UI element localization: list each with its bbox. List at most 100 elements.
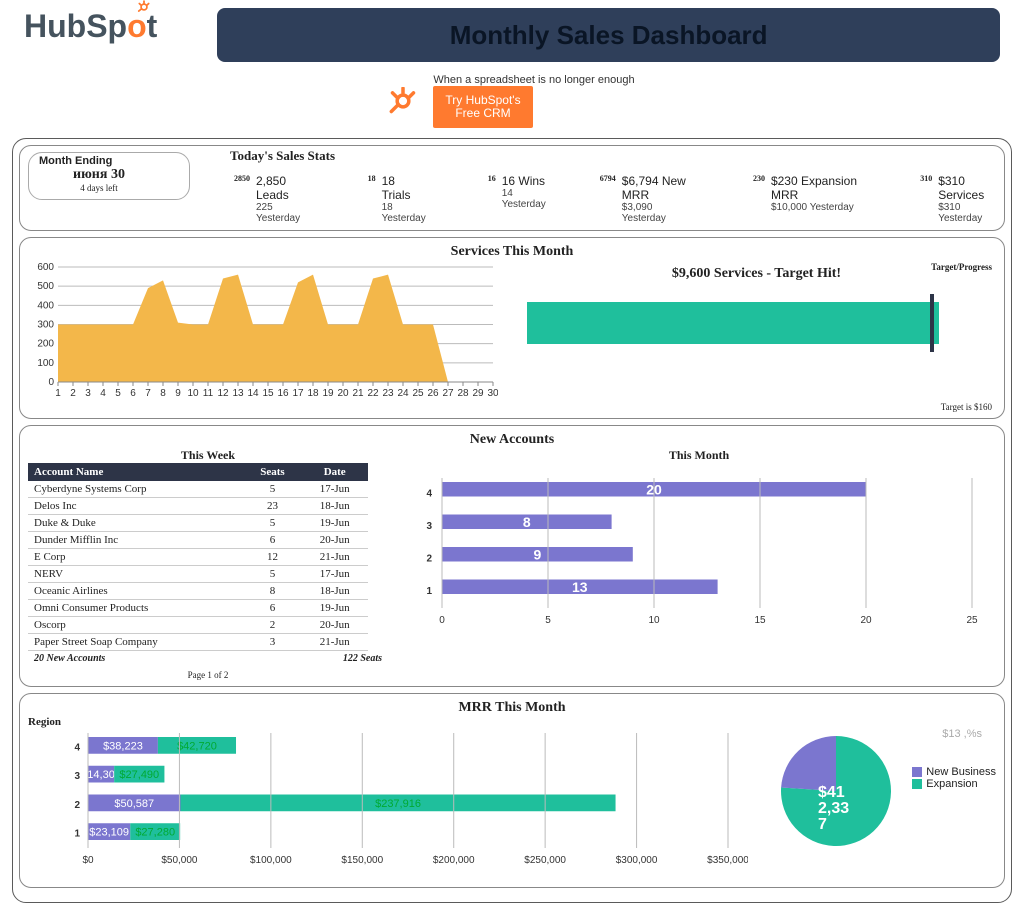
table-row: Cyberdyne Systems Corp517-Jun <box>28 481 368 498</box>
svg-text:2: 2 <box>426 554 432 565</box>
panel-new-accounts: New Accounts This Week Account NameSeats… <box>19 425 1005 687</box>
svg-text:27: 27 <box>442 388 454 399</box>
new-accounts-bar-chart: 20483921310510152025 <box>402 463 992 633</box>
accounts-total: 20 New Accounts <box>34 653 105 664</box>
svg-text:$350,000: $350,000 <box>707 855 748 866</box>
svg-text:22: 22 <box>367 388 379 399</box>
svg-text:25: 25 <box>966 615 978 626</box>
svg-text:$50,000: $50,000 <box>161 855 198 866</box>
svg-text:20: 20 <box>860 615 872 626</box>
legend-swatch-new <box>912 767 922 777</box>
target-marker <box>930 294 934 352</box>
mrr-pie-block: $412,337 New Business Expansion $13 ,%s <box>766 716 996 883</box>
panel-mrr: MRR This Month Region $38,223$42,7204$14… <box>19 693 1005 888</box>
svg-text:$250,000: $250,000 <box>524 855 566 866</box>
mrr-legend: New Business Expansion <box>912 766 996 790</box>
logo-accent-o: o <box>127 8 147 45</box>
svg-text:15: 15 <box>262 388 274 399</box>
table-row: Omni Consumer Products619-Jun <box>28 600 368 617</box>
svg-text:21: 21 <box>352 388 364 399</box>
svg-text:$150,000: $150,000 <box>341 855 383 866</box>
pie-small-label: $13 ,%s <box>942 728 982 740</box>
try-crm-button[interactable]: Try HubSpot's Free CRM <box>433 86 532 128</box>
svg-text:$23,109: $23,109 <box>89 827 129 839</box>
svg-text:5: 5 <box>545 615 551 626</box>
target-footer: Target is $160 <box>941 402 992 412</box>
svg-text:$50,587: $50,587 <box>114 798 154 810</box>
sprocket-icon <box>389 87 417 115</box>
svg-text:2: 2 <box>74 800 80 811</box>
table-row: Duke & Duke519-Jun <box>28 515 368 532</box>
svg-text:20: 20 <box>337 388 349 399</box>
svg-text:3: 3 <box>85 388 91 399</box>
services-target-chart: Target/Progress $9,600 Services - Target… <box>517 262 996 412</box>
table-row: Oscorp220-Jun <box>28 617 368 634</box>
legend-swatch-exp <box>912 779 922 789</box>
svg-text:$237,916: $237,916 <box>375 798 421 810</box>
table-row: Paper Street Soap Company321-Jun <box>28 634 368 651</box>
month-ending-date: июня 30 <box>39 167 159 183</box>
svg-text:2,33: 2,33 <box>818 800 849 817</box>
accounts-page: Page 1 of 2 <box>28 670 388 680</box>
mrr-pie-chart: $412,337 <box>766 716 916 866</box>
mrr-title: MRR This Month <box>28 700 996 716</box>
stat-item: 6794 $6,794 New MRR $3,090 Yesterday <box>596 174 695 224</box>
services-target-hit: $9,600 Services - Target Hit! <box>517 266 996 282</box>
table-row: Dunder Mifflin Inc620-Jun <box>28 532 368 549</box>
svg-text:400: 400 <box>37 301 54 312</box>
svg-text:10: 10 <box>648 615 660 626</box>
svg-text:0: 0 <box>48 377 54 388</box>
svg-text:19: 19 <box>322 388 334 399</box>
svg-text:13: 13 <box>572 579 588 595</box>
svg-text:2: 2 <box>70 388 76 399</box>
services-area-chart: 0100200300400500600123456789101112131415… <box>28 262 507 412</box>
svg-text:4: 4 <box>426 489 432 500</box>
table-header: Seats <box>244 463 302 481</box>
table-row: E Corp1221-Jun <box>28 549 368 566</box>
stat-item: 310 $310 Services $310 Yesterday <box>912 174 996 224</box>
target-bar <box>527 302 939 344</box>
svg-text:14: 14 <box>247 388 259 399</box>
svg-text:$200,000: $200,000 <box>433 855 475 866</box>
mrr-bar-chart: $38,223$42,7204$14,305$27,4903$50,587$23… <box>28 728 748 878</box>
stat-item: 18 18 Trials 18 Yesterday <box>356 174 426 224</box>
svg-text:24: 24 <box>397 388 409 399</box>
svg-text:5: 5 <box>115 388 121 399</box>
svg-text:12: 12 <box>217 388 229 399</box>
svg-text:$27,280: $27,280 <box>135 827 175 839</box>
svg-text:16: 16 <box>277 388 289 399</box>
table-row: NERV517-Jun <box>28 566 368 583</box>
svg-text:15: 15 <box>754 615 766 626</box>
new-accounts-this-month: This Month <box>402 448 996 463</box>
promo-tagline: When a spreadsheet is no longer enough <box>433 74 634 86</box>
services-title: Services This Month <box>28 244 996 260</box>
month-ending-label: Month Ending <box>39 155 159 167</box>
svg-text:28: 28 <box>457 388 469 399</box>
svg-text:1: 1 <box>55 388 61 399</box>
svg-text:8: 8 <box>160 388 166 399</box>
month-ending-days: 4 days left <box>39 183 159 193</box>
new-accounts-this-week: This Week <box>28 448 388 463</box>
table-header: Account Name <box>28 463 244 481</box>
svg-text:9: 9 <box>175 388 181 399</box>
table-row: Delos Inc2318-Jun <box>28 498 368 515</box>
svg-text:200: 200 <box>37 339 54 350</box>
svg-text:25: 25 <box>412 388 424 399</box>
stat-item: 2850 2,850 Leads 225 Yesterday <box>230 174 306 224</box>
svg-text:8: 8 <box>523 514 531 530</box>
svg-text:9: 9 <box>534 547 542 563</box>
logo-text-pre: HubSp <box>24 8 127 45</box>
dashboard-board: Month Ending июня 30 4 days left Today's… <box>12 138 1012 903</box>
svg-text:600: 600 <box>37 262 54 273</box>
svg-text:1: 1 <box>74 829 80 840</box>
today-stats-title: Today's Sales Stats <box>230 148 996 164</box>
stat-item: 16 16 Wins 14 Yesterday <box>476 174 546 224</box>
svg-text:$0: $0 <box>82 855 94 866</box>
svg-text:7: 7 <box>818 816 827 833</box>
stat-item: 230 $230 Expansion MRR $10,000 Yesterday <box>745 174 862 224</box>
svg-text:$38,223: $38,223 <box>103 741 143 753</box>
svg-text:23: 23 <box>382 388 394 399</box>
hubspot-logo: HubSp o t <box>24 8 157 45</box>
svg-text:1: 1 <box>426 586 432 597</box>
svg-text:$100,000: $100,000 <box>250 855 292 866</box>
